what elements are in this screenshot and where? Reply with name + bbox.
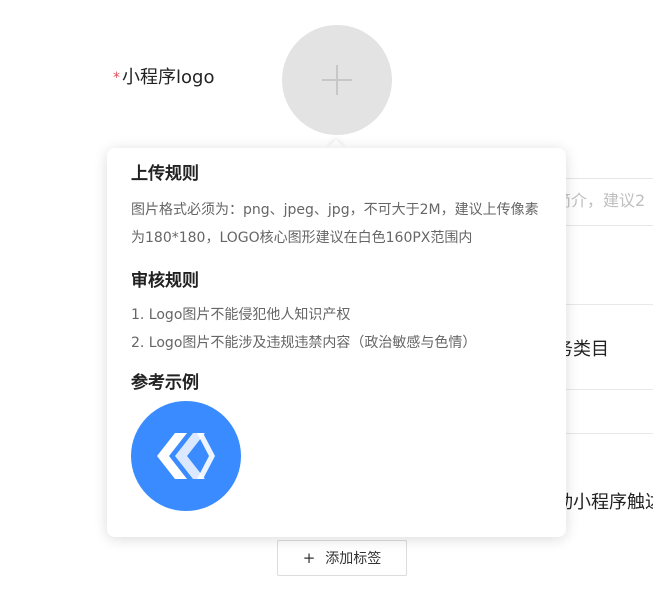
add-tag-button[interactable]: + 添加标签 bbox=[277, 540, 407, 576]
list-item: 2. Logo图片不能涉及违规违禁内容（政治敏感与色情） bbox=[131, 335, 477, 351]
list-item: 1. Logo图片不能侵犯他人知识产权 bbox=[131, 307, 351, 323]
upload-rules-text: 图片格式必须为：png、jpeg、jpg，不可大于2M，建议上传像素为180*1… bbox=[131, 202, 539, 246]
plus-icon: + bbox=[302, 549, 316, 567]
logo-rules-popover: 上传规则 图片格式必须为：png、jpeg、jpg，不可大于2M，建议上传像素为… bbox=[107, 148, 566, 537]
logo-field-label: * 小程序logo bbox=[113, 66, 214, 90]
required-mark: * bbox=[113, 70, 120, 86]
review-rules-title: 审核规则 bbox=[131, 271, 199, 291]
trigger-label: 动小程序触达 bbox=[555, 492, 653, 513]
upload-rules-title: 上传规则 bbox=[131, 164, 199, 184]
example-title: 参考示例 bbox=[131, 373, 199, 393]
page: * 小程序logo 简介，建议2 务类目 动小程序触达 + 添加标签 上传规则 图… bbox=[0, 0, 653, 604]
intro-placeholder: 简介，建议2 bbox=[555, 191, 646, 210]
chevron-logo-icon bbox=[157, 433, 215, 479]
plus-icon-vertical bbox=[336, 65, 338, 95]
add-tag-label: 添加标签 bbox=[325, 551, 382, 567]
logo-label-text: 小程序logo bbox=[122, 67, 215, 88]
logo-upload-button[interactable] bbox=[282, 25, 392, 135]
example-logo-image bbox=[131, 401, 241, 511]
review-rules-list: 1. Logo图片不能侵犯他人知识产权 2. Logo图片不能涉及违规违禁内容（… bbox=[131, 301, 542, 357]
